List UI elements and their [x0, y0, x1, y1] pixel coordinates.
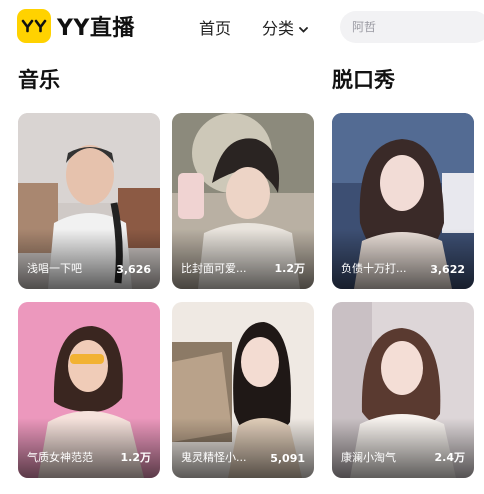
section-title-music: 音乐: [18, 68, 60, 92]
yy-logo-icon: [17, 9, 51, 43]
viewer-count: 5,091: [270, 452, 305, 465]
chevron-down-icon: [299, 18, 308, 37]
viewer-count: 3,622: [430, 263, 465, 276]
search-input[interactable]: [352, 11, 482, 43]
stream-title: 浅唱一下吧: [27, 262, 82, 275]
nav-category-menu[interactable]: 分类: [262, 15, 308, 39]
nav-home-link[interactable]: 首页: [199, 15, 231, 39]
stream-title: 比封面可爱...: [181, 262, 247, 275]
stream-card[interactable]: 负债十万打... 3,622: [332, 113, 474, 289]
stream-title: 气质女神范范: [27, 451, 93, 464]
stream-card[interactable]: 浅唱一下吧 3,626: [18, 113, 160, 289]
section-title-talk-show: 脱口秀: [332, 68, 395, 92]
top-header: YY直播 首页 分类: [0, 0, 484, 52]
stream-card[interactable]: 比封面可爱... 1.2万: [172, 113, 314, 289]
viewer-count: 3,626: [116, 263, 151, 276]
viewer-count: 2.4万: [434, 451, 466, 464]
stream-card[interactable]: 气质女神范范 1.2万: [18, 302, 160, 478]
yy-logo[interactable]: YY直播: [17, 9, 135, 43]
logo-text: YY直播: [57, 16, 135, 41]
stream-card[interactable]: 康澜小淘气 2.4万: [332, 302, 474, 478]
stream-title: 鬼灵精怪小...: [181, 451, 247, 464]
nav-category-label: 分类: [262, 19, 295, 38]
stream-title: 负债十万打...: [341, 262, 407, 275]
viewer-count: 1.2万: [120, 451, 152, 464]
stream-title: 康澜小淘气: [341, 451, 396, 464]
search-box[interactable]: [340, 11, 484, 43]
stream-card[interactable]: 鬼灵精怪小... 5,091: [172, 302, 314, 478]
viewer-count: 1.2万: [274, 262, 306, 275]
